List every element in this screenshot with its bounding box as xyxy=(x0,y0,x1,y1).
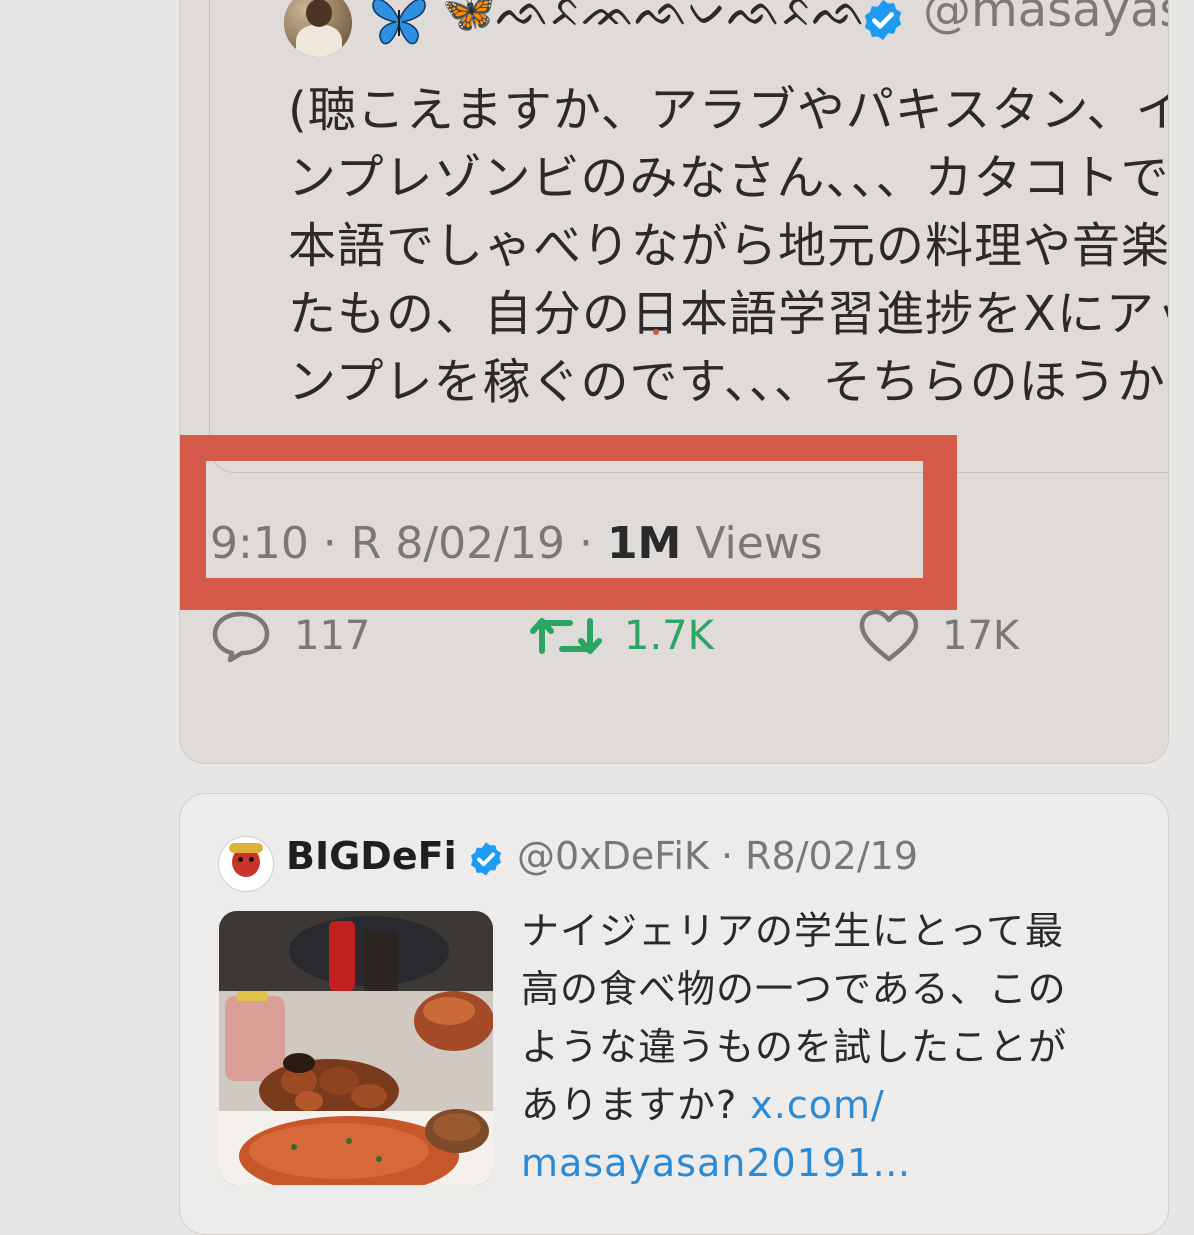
verified-badge-icon xyxy=(470,842,502,876)
verified-badge-icon xyxy=(864,0,902,41)
quoted-text-line: (聴こえますか、アラブやパキスタン、イ xyxy=(288,82,1169,138)
quoted-tweet-text: (聴こえますか、アラブやパキスタン、イ ンプレゾンビのみなさん、、、カタコトで … xyxy=(288,76,1169,416)
main-tweet-card[interactable]: 🦋ᨒᨅᨏᨒᨆᨒᨅᨒ @masayasan (聴こえますか、アラブやパキスタン、イ… xyxy=(179,0,1169,764)
second-text-line-with-link: ありますか? x.com/ xyxy=(521,1076,1141,1134)
quoted-handle[interactable]: @masayasan xyxy=(923,0,1168,38)
second-tweet-text: ナイジェリアの学生にとって最 高の食べ物の一つである、この ような違うものを試し… xyxy=(521,902,1141,1192)
tweet-link-part1[interactable]: x.com/ xyxy=(750,1083,885,1127)
quoted-avatar[interactable] xyxy=(284,0,352,57)
quoted-text-line: 本語でしゃべりながら地元の料理や音楽を xyxy=(288,218,1169,274)
second-text-line: ような違うものを試したことが xyxy=(521,1025,1068,1069)
like-button[interactable]: 17K xyxy=(858,609,1020,662)
retweet-count: 1.7K xyxy=(624,613,714,659)
highlight-annotation xyxy=(180,435,957,610)
heart-icon xyxy=(859,609,919,662)
reply-count: 117 xyxy=(294,613,371,659)
reply-icon xyxy=(212,611,270,662)
retweet-icon xyxy=(530,618,602,654)
second-text-line: ナイジェリアの学生にとって最 xyxy=(521,909,1064,953)
red-dot-mark xyxy=(653,329,659,335)
second-avatar[interactable] xyxy=(218,836,274,892)
second-tweet-card[interactable]: BIGDeFi @0xDeFiK · R8/02/19 ナイジェリアの学生にとっ… xyxy=(179,793,1169,1235)
second-handle-date[interactable]: @0xDeFiK · R8/02/19 xyxy=(517,834,918,878)
quoted-tweet[interactable]: 🦋ᨒᨅᨏᨒᨆᨒᨅᨒ @masayasan (聴こえますか、アラブやパキスタン、イ… xyxy=(209,0,1169,473)
quoted-text-line: ンプレゾンビのみなさん、、、カタコトで xyxy=(288,150,1169,206)
food-image[interactable] xyxy=(219,911,493,1185)
second-text-tail: ありますか? xyxy=(521,1083,751,1127)
quoted-text-line: たもの、自分の日本語学習進捗をXにアッ xyxy=(288,286,1169,342)
quoted-text-line: ンプレを稼ぐのです、、、そちらのほうか xyxy=(288,354,1166,410)
retweet-button[interactable]: 1.7K xyxy=(530,611,714,661)
quoted-display-name[interactable]: 🦋ᨒᨅᨏᨒᨆᨒᨅᨒ xyxy=(442,0,867,36)
food-photo-illustration xyxy=(219,911,493,1185)
second-text-line: 高の食べ物の一つである、この xyxy=(521,967,1067,1011)
like-count: 17K xyxy=(942,613,1020,659)
reply-button[interactable]: 117 xyxy=(210,611,371,662)
tweet-link-part2[interactable]: masayasan20191… xyxy=(521,1134,1141,1192)
butterfly-icon xyxy=(372,0,426,45)
second-display-name[interactable]: BIGDeFi xyxy=(286,834,457,878)
